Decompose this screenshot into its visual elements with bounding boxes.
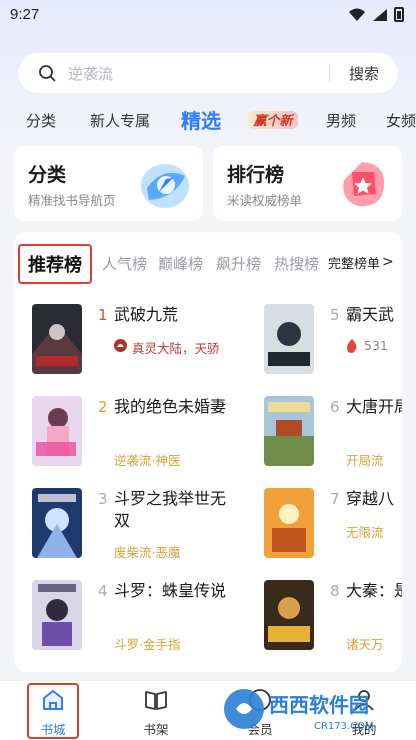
promo-logo-text: 赢个新 <box>252 113 294 129</box>
compass-icon <box>141 164 189 208</box>
battery-icon <box>394 7 404 22</box>
promo-logo-icon: 赢个新 <box>248 111 298 129</box>
ranking-card-subtitle: 米读权威榜单 <box>227 193 303 208</box>
book-item[interactable]: 1 武破九荒 真灵大陆，天骄 <box>32 304 232 386</box>
rank-number: 3 <box>98 490 108 508</box>
book-title: 武破九荒 <box>114 305 179 324</box>
book-item[interactable]: 3 斗罗之我举世无双 废柴流·恶魔 <box>32 488 232 570</box>
book-title: 斗罗：蛛皇传说 <box>114 581 227 600</box>
book-cover <box>264 580 314 650</box>
rank-tab-rising[interactable]: 飙升榜 <box>216 253 261 274</box>
book-cover <box>264 488 314 558</box>
fire-icon <box>347 339 357 353</box>
ranking-card[interactable]: 排行榜 米读权威榜单 <box>213 146 402 221</box>
status-icons <box>348 7 404 22</box>
book-item[interactable]: 2 我的绝色未婚妻 逆袭流·神医 <box>32 396 232 478</box>
book-title: 斗罗之我举世无双 <box>114 489 227 530</box>
category-card-subtitle: 精准找书导航页 <box>28 193 116 208</box>
chevron-right-icon: > <box>382 254 394 270</box>
book-cover <box>32 580 82 650</box>
status-time: 9:27 <box>10 6 40 23</box>
rank-tab-recommended[interactable]: 推荐榜 <box>18 244 92 284</box>
tab-category[interactable]: 分类 <box>26 110 56 131</box>
book-title: 霸天武 <box>346 305 395 324</box>
watermark-text: 西西软件园 <box>269 693 369 717</box>
book-item[interactable]: 6 大唐开局李世民 开局流 <box>264 396 402 478</box>
wifi-icon <box>349 8 365 21</box>
nav-bookshelf[interactable]: 书架 <box>126 687 186 738</box>
rank-number: 7 <box>330 490 340 508</box>
book-cover <box>264 304 314 374</box>
book-title: 大唐开局李世民 <box>346 397 402 416</box>
book-item[interactable]: 4 斗罗：蛛皇传说 斗罗·金手指 <box>32 580 232 662</box>
book-tag: 诸天万 <box>346 637 384 652</box>
book-tag: 斗罗·金手指 <box>114 637 181 652</box>
signal-icon <box>373 8 387 21</box>
rank-tabs: 推荐榜 人气榜 巅峰榜 飙升榜 热搜榜 完整榜单 > <box>14 244 402 284</box>
rank-number: 2 <box>98 398 108 416</box>
site-watermark: 西西软件园 CR173.COM <box>224 689 374 732</box>
book-cover <box>32 304 82 374</box>
status-bar: 9:27 <box>0 0 416 30</box>
tab-female[interactable]: 女频 <box>386 110 416 131</box>
rank-number: 8 <box>330 582 340 600</box>
book-tag: 开局流 <box>346 453 384 468</box>
book-title: 大秦：是秦始皇 <box>346 581 402 600</box>
full-list-button[interactable]: 完整榜单 > <box>320 244 402 280</box>
rank-number: 4 <box>98 582 108 600</box>
rank-tab-peak[interactable]: 巅峰榜 <box>158 253 203 274</box>
watermark-sub: CR173.COM <box>314 721 374 732</box>
category-card[interactable]: 分类 精准找书导航页 <box>14 146 203 221</box>
tab-featured[interactable]: 精选 <box>181 105 221 134</box>
book-icon <box>145 691 167 710</box>
rank-number: 6 <box>330 398 340 416</box>
full-list-label: 完整榜单 <box>328 256 381 272</box>
ranking-trophy-icon <box>343 162 385 207</box>
rank-number: 1 <box>98 306 108 324</box>
book-tag: 废柴流·恶魔 <box>114 545 181 560</box>
search-button[interactable]: 搜索 <box>330 63 398 84</box>
book-tag: 无限流 <box>346 525 384 540</box>
rank-tab-popular[interactable]: 人气榜 <box>102 253 147 274</box>
book-cover <box>32 488 82 558</box>
book-cover <box>32 396 82 466</box>
book-cover <box>264 396 314 466</box>
ranking-card-title: 排行榜 <box>227 164 285 186</box>
nav-bookshelf-label: 书架 <box>143 722 169 737</box>
search-icon <box>39 65 56 82</box>
ranking-panel: 推荐榜 人气榜 巅峰榜 飙升榜 热搜榜 完整榜单 > 1 武破九荒 真灵大陆，天… <box>14 232 402 672</box>
book-title: 我的绝色未婚妻 <box>114 397 227 416</box>
tab-promo-logo[interactable]: 赢个新 <box>246 108 300 132</box>
book-tag: 真灵大陆，天骄 <box>132 341 220 356</box>
book-item[interactable]: 8 大秦：是秦始皇 诸天万 <box>264 580 402 662</box>
tab-male[interactable]: 男频 <box>326 110 356 131</box>
channel-tabs: 分类 新人专属 精选 赢个新 男频 女频 <box>0 104 416 136</box>
hot-badge-icon <box>114 339 127 352</box>
book-item[interactable]: 5 霸天武 531 <box>264 304 402 386</box>
category-card-title: 分类 <box>28 164 67 186</box>
book-item[interactable]: 7 穿越八 无限流 <box>264 488 402 570</box>
book-heat: 531 <box>364 338 388 353</box>
book-tag: 逆袭流·神医 <box>114 453 181 468</box>
nav-highlight-frame <box>27 683 79 739</box>
book-title: 穿越八 <box>346 489 395 508</box>
search-bar[interactable]: 逆袭流 搜索 <box>18 53 398 93</box>
tab-newcomer[interactable]: 新人专属 <box>90 110 150 131</box>
rank-number: 5 <box>330 306 340 324</box>
search-input[interactable]: 逆袭流 <box>68 63 329 84</box>
rank-tab-hot-search[interactable]: 热搜榜 <box>274 253 319 274</box>
